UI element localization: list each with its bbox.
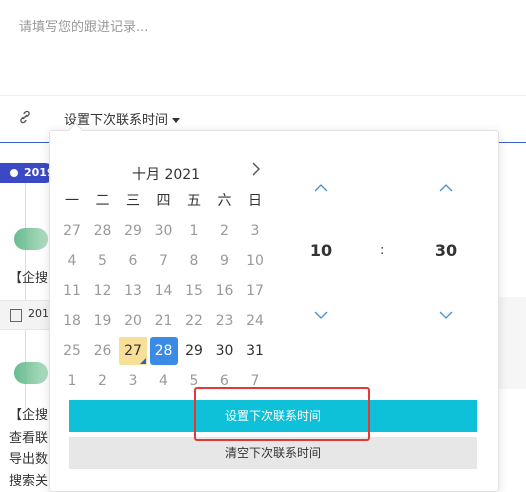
calendar-day[interactable]: 19 <box>89 307 117 335</box>
datetime-picker-popup: 十月 2021 一 二 三 四 五 六 日 27 28 29 30 1 2 3 … <box>49 130 499 492</box>
month-label: 十月 2021 <box>132 167 201 183</box>
calendar-day[interactable]: 21 <box>150 307 178 335</box>
set-next-contact-button[interactable]: 设置下次联系时间 <box>69 400 477 432</box>
record-text: 搜索关 <box>9 474 49 489</box>
timeline-year-pill: 2019 <box>0 163 55 183</box>
minute-value[interactable]: 30 <box>426 241 466 260</box>
calendar-day[interactable]: 17 <box>241 277 269 305</box>
calendar-day[interactable]: 29 <box>119 217 147 245</box>
weekday-header: 一 <box>65 193 79 209</box>
hour-up-icon[interactable] <box>313 183 329 193</box>
calendar-day[interactable]: 7 <box>241 367 269 395</box>
calendar-day[interactable]: 6 <box>119 247 147 275</box>
caret-down-icon <box>172 118 181 123</box>
calendar-day[interactable]: 27 <box>58 217 86 245</box>
avatar <box>14 362 48 384</box>
calendar-day[interactable]: 24 <box>241 307 269 335</box>
calendar-day[interactable]: 4 <box>58 247 86 275</box>
calendar-day[interactable]: 8 <box>180 247 208 275</box>
record-text: 【企搜 <box>9 271 49 286</box>
time-separator: : <box>380 243 385 258</box>
record-date: 201 <box>28 307 49 320</box>
calendar-day[interactable]: 18 <box>58 307 86 335</box>
calendar-day[interactable]: 1 <box>58 367 86 395</box>
link-icon[interactable] <box>18 110 32 124</box>
calendar-day[interactable]: 12 <box>89 277 117 305</box>
calendar-day[interactable]: 30 <box>211 337 239 365</box>
calendar-day[interactable]: 9 <box>211 247 239 275</box>
textarea-placeholder: 请填写您的跟进记录... <box>19 20 149 35</box>
calendar-day[interactable]: 13 <box>119 277 147 305</box>
calendar-day[interactable]: 4 <box>150 367 178 395</box>
calendar-day[interactable]: 3 <box>241 217 269 245</box>
weekday-header: 四 <box>156 193 171 209</box>
calendar-day[interactable]: 20 <box>119 307 147 335</box>
chevron-right-icon[interactable] <box>249 162 263 176</box>
calendar-day-selected[interactable]: 28 <box>149 337 178 365</box>
hour-value[interactable]: 10 <box>301 241 341 260</box>
weekday-header: 二 <box>95 193 110 209</box>
calendar-day[interactable]: 5 <box>89 247 117 275</box>
calendar-day[interactable]: 3 <box>119 367 147 395</box>
follow-up-textarea[interactable]: 请填写您的跟进记录... <box>0 0 526 96</box>
calendar-day[interactable]: 6 <box>211 367 239 395</box>
background-panel <box>497 297 526 389</box>
calendar-day[interactable]: 2 <box>211 217 239 245</box>
clear-next-contact-button[interactable]: 清空下次联系时间 <box>69 437 477 469</box>
minute-up-icon[interactable] <box>438 183 454 193</box>
calendar-day[interactable]: 1 <box>180 217 208 245</box>
weekday-header: 六 <box>217 193 232 209</box>
calendar-day[interactable]: 25 <box>58 337 86 365</box>
calendar-day[interactable]: 23 <box>211 307 239 335</box>
record-text: 【企搜 <box>9 408 49 423</box>
record-text: 导出数 <box>9 452 49 467</box>
set-next-contact-trigger[interactable]: 设置下次联系时间 <box>64 109 181 128</box>
calendar-day[interactable]: 29 <box>180 337 208 365</box>
edit-icon <box>10 309 22 322</box>
calendar-day[interactable]: 30 <box>150 217 178 245</box>
hour-down-icon[interactable] <box>313 310 329 320</box>
calendar-day-today[interactable]: 27 <box>119 337 147 365</box>
calendar-day[interactable]: 16 <box>211 277 239 305</box>
avatar <box>14 228 48 250</box>
weekday-header: 三 <box>126 193 140 209</box>
calendar-day[interactable]: 15 <box>180 277 208 305</box>
calendar-day[interactable]: 10 <box>241 247 269 275</box>
calendar-day[interactable]: 22 <box>180 307 208 335</box>
calendar-day[interactable]: 7 <box>150 247 178 275</box>
calendar-day[interactable]: 28 <box>89 217 117 245</box>
calendar-day[interactable]: 14 <box>150 277 178 305</box>
record-date-row: 201 <box>0 300 50 330</box>
calendar-day[interactable]: 5 <box>180 367 208 395</box>
record-text: 查看联 <box>9 431 49 446</box>
weekday-header: 五 <box>187 193 201 209</box>
calendar-day[interactable]: 31 <box>241 337 269 365</box>
calendar-day[interactable]: 2 <box>89 367 117 395</box>
calendar-day[interactable]: 26 <box>89 337 117 365</box>
minute-down-icon[interactable] <box>438 310 454 320</box>
weekday-header: 日 <box>248 193 262 209</box>
set-next-contact-label: 设置下次联系时间 <box>64 113 169 128</box>
calendar-day[interactable]: 11 <box>58 277 86 305</box>
